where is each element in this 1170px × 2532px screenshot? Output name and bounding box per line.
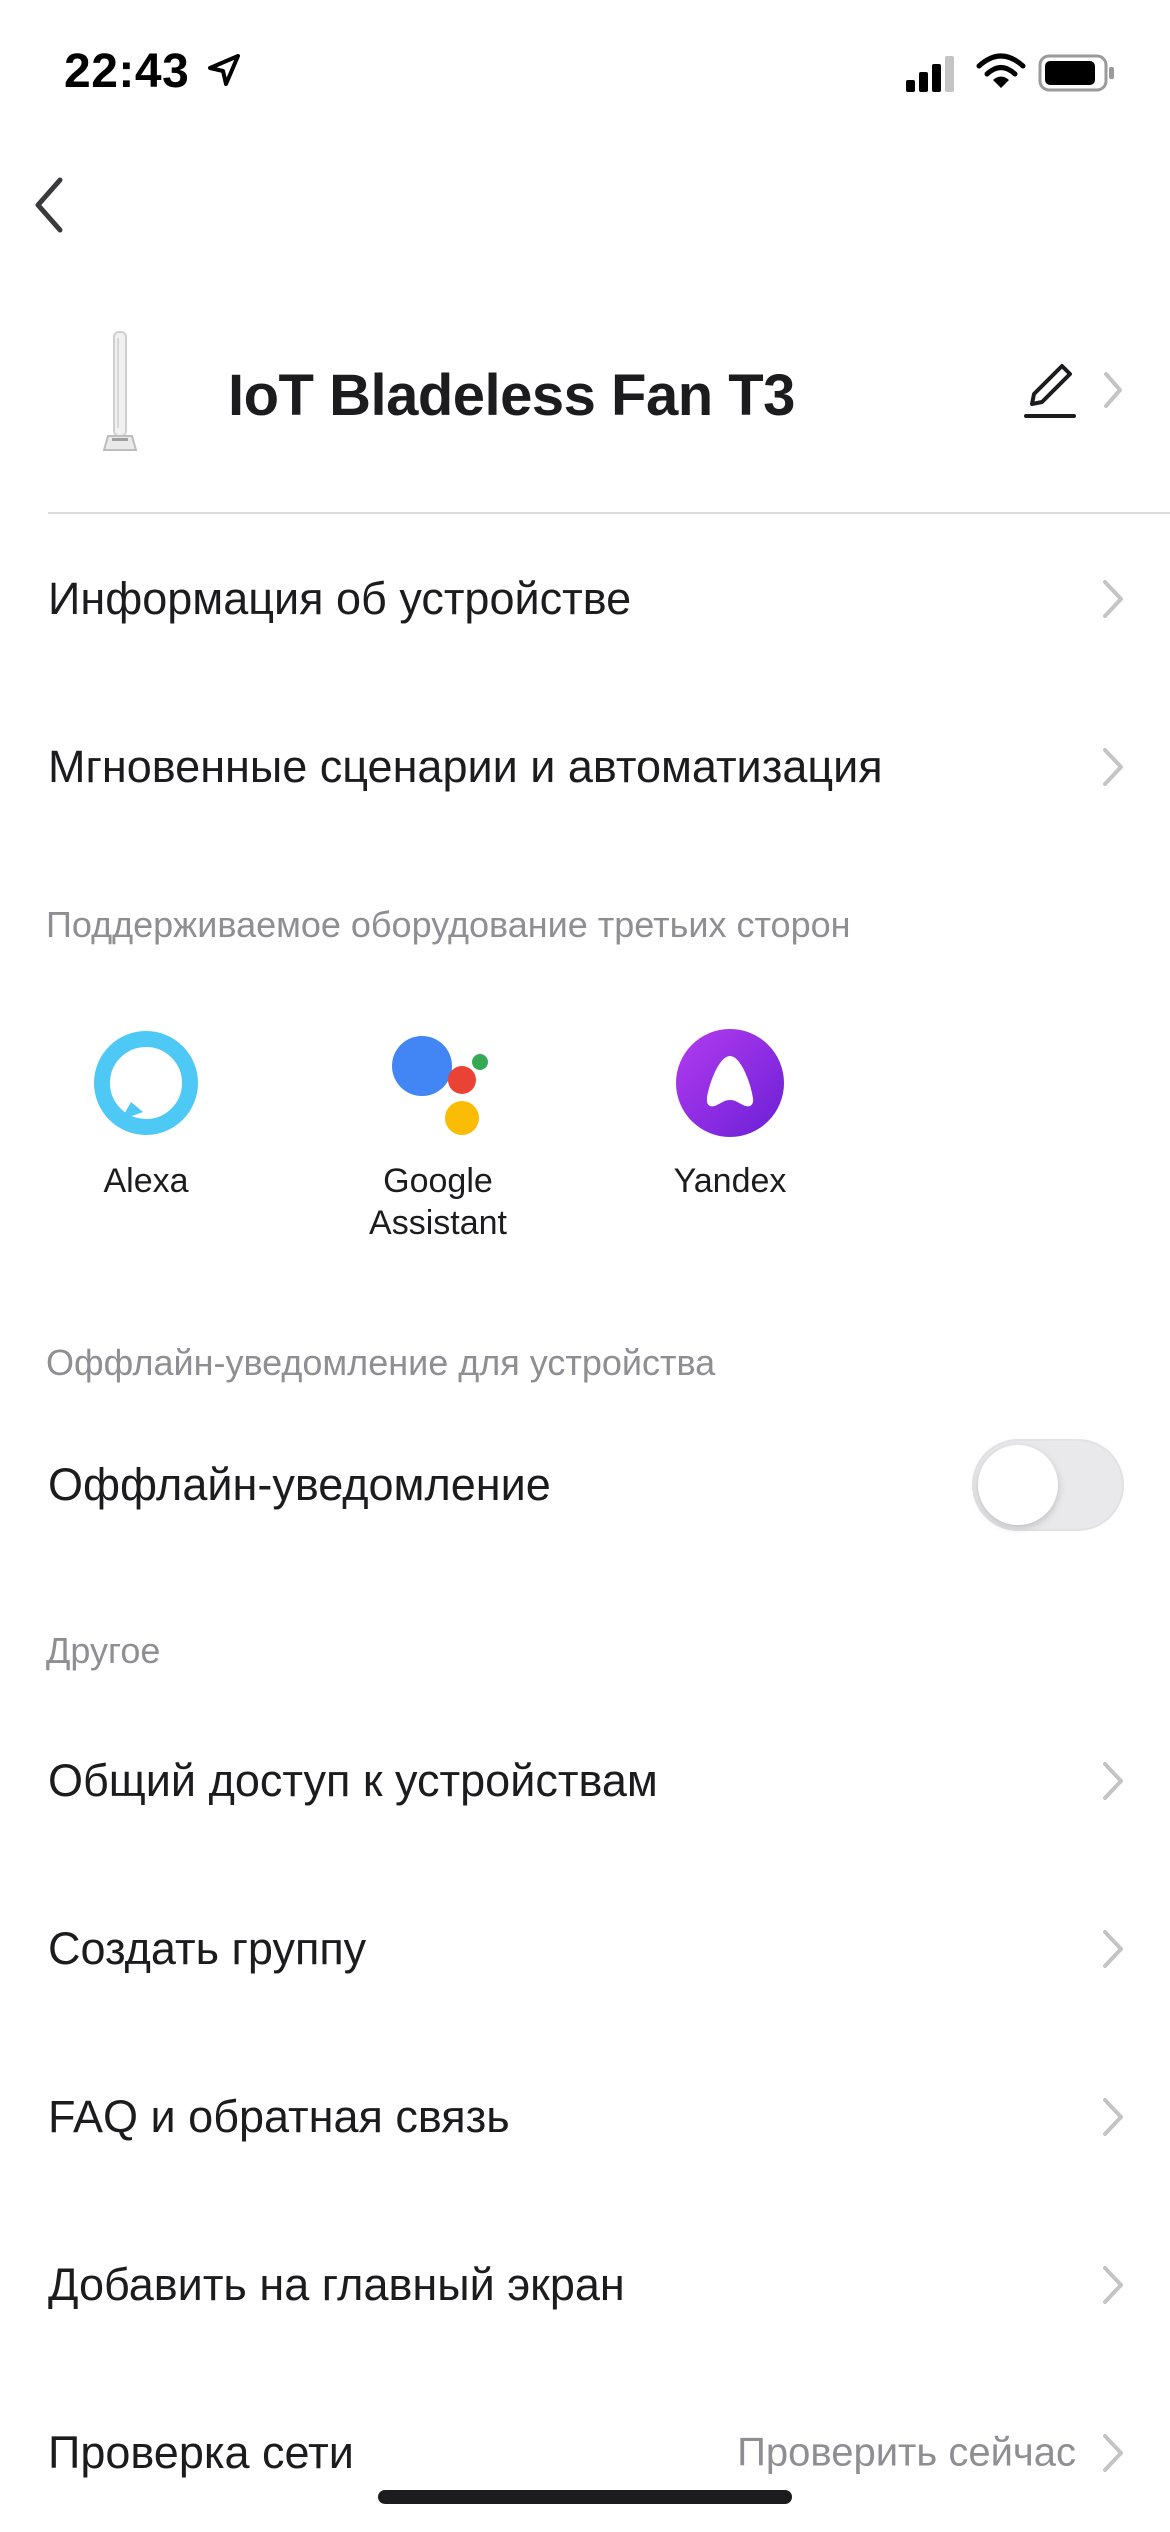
status-time: 22:43 — [64, 45, 190, 98]
chevron-right-icon — [1103, 748, 1123, 786]
tower-fan-icon — [88, 328, 152, 456]
menu-item-label: Мгновенные сценарии и автоматизация — [48, 741, 883, 792]
chevron-right-icon — [1103, 1930, 1123, 1968]
assistant-label: Alexa — [103, 1162, 189, 1200]
pencil-icon — [1024, 364, 1076, 418]
yandex-alice-icon — [676, 1029, 784, 1137]
menu-item-add-to-home[interactable]: Добавить на главный экран — [0, 2220, 1170, 2350]
offline-notification-label: Оффлайн-уведомление — [48, 1459, 551, 1510]
offline-notification-toggle[interactable] — [972, 1439, 1124, 1531]
assistant-yandex[interactable]: Yandex — [620, 1028, 840, 1202]
toggle-knob — [978, 1445, 1058, 1525]
section-title-offline: Оффлайн-уведомление для устройства — [46, 1342, 716, 1383]
cellular-signal-icon — [904, 54, 958, 99]
menu-item-label: Добавить на главный экран — [48, 2259, 625, 2310]
divider — [48, 512, 1170, 514]
chevron-left-icon — [35, 177, 63, 233]
menu-item-device-info[interactable]: Информация об устройстве — [0, 534, 1170, 664]
assistant-label: Yandex — [673, 1162, 787, 1200]
wifi-icon — [976, 52, 1026, 97]
menu-item-label: Общий доступ к устройствам — [48, 1755, 658, 1806]
offline-notification-row: Оффлайн-уведомление — [0, 1420, 1170, 1550]
chevron-right-icon — [1103, 2266, 1123, 2304]
menu-item-create-group[interactable]: Создать группу — [0, 1884, 1170, 2014]
section-title-other: Другое — [46, 1630, 161, 1671]
assistant-label: Google Assistant — [369, 1162, 507, 1242]
alexa-icon — [94, 1031, 198, 1135]
home-indicator — [378, 2490, 792, 2504]
menu-item-label: FAQ и обратная связь — [48, 2091, 510, 2142]
chevron-right-icon — [1104, 372, 1122, 408]
section-title-third-party: Поддерживаемое оборудование третьих стор… — [46, 904, 851, 945]
assistant-google[interactable]: Google Assistant — [328, 1028, 548, 1244]
device-header[interactable]: IoT Bladeless Fan T3 — [0, 320, 1170, 460]
network-check-value: Проверить сейчас — [737, 2430, 1076, 2475]
chevron-right-icon — [1103, 2098, 1123, 2136]
status-bar: 22:43 — [0, 0, 1170, 150]
assistant-alexa[interactable]: Alexa — [36, 1028, 256, 1202]
chevron-right-icon — [1103, 2434, 1123, 2472]
battery-icon — [1038, 54, 1116, 99]
edit-device-button[interactable] — [1022, 360, 1132, 424]
menu-item-share-devices[interactable]: Общий доступ к устройствам — [0, 1716, 1170, 1846]
google-assistant-icon — [392, 1036, 488, 1135]
chevron-right-icon — [1103, 1762, 1123, 1800]
menu-item-label: Создать группу — [48, 1923, 367, 1974]
menu-item-label: Проверка сети — [48, 2427, 354, 2478]
chevron-right-icon — [1103, 580, 1123, 618]
device-name: IoT Bladeless Fan T3 — [228, 363, 795, 428]
back-button[interactable] — [18, 170, 88, 240]
menu-item-faq-feedback[interactable]: FAQ и обратная связь — [0, 2052, 1170, 2182]
menu-item-label: Информация об устройстве — [48, 573, 632, 624]
location-arrow-icon — [206, 52, 242, 93]
menu-item-scenes-automation[interactable]: Мгновенные сценарии и автоматизация — [0, 702, 1170, 832]
